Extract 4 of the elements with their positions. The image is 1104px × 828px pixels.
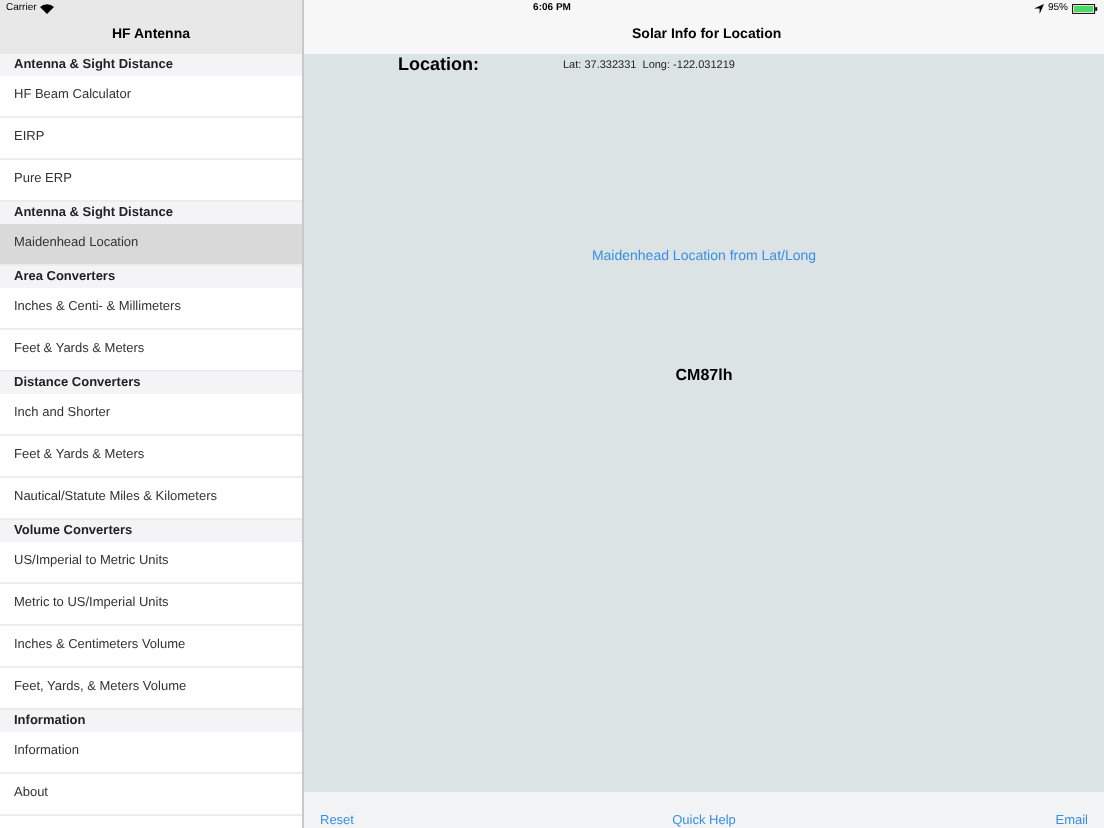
location-label: Location:: [398, 52, 479, 79]
battery-icon: [1072, 4, 1098, 14]
wifi-icon: [40, 4, 55, 14]
grid-locator-result: CM87lh: [675, 363, 733, 387]
